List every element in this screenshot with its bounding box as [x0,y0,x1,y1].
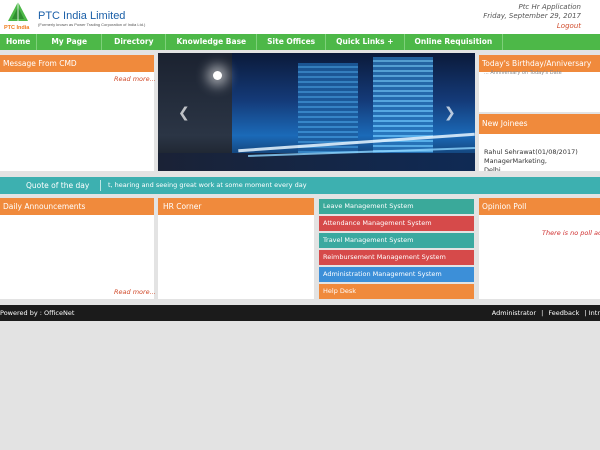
opinion-poll-header: Opinion Poll [479,198,600,215]
hr-corner-body [158,215,314,299]
nav-site-offices[interactable]: Site Offices [257,34,327,50]
nav-home[interactable]: Home [0,34,38,50]
nav-online-requisition[interactable]: Online Requisition [405,34,504,50]
footer-separator: | [584,309,587,317]
cmd-panel-header: Message From CMD [0,55,154,72]
header: PTC India PTC India Limited (Formerly kn… [0,0,600,34]
footer: Powered by : OfficeNet Administrator | F… [0,305,600,321]
joinee-designation: ManagerMarketing, [484,157,547,165]
footer-links: Administrator | Feedback | Intr [489,305,600,321]
nav-quick-links[interactable]: Quick Links + [326,34,405,50]
announcements-body [0,215,154,299]
logout-link[interactable]: Logout [557,22,581,30]
quote-separator [100,180,101,191]
ptc-logo-icon[interactable]: PTC India [2,1,34,31]
joinee-name: Rahul Sehrawat(01/08/2017) [484,148,578,156]
main-navbar: Home My Page Directory Knowledge Base Si… [0,34,600,50]
quote-title: Quote of the day [26,181,90,190]
joinee-location: Delhi [484,166,501,171]
cmd-panel-body [0,72,154,171]
nav-directory[interactable]: Directory [102,34,167,50]
cmd-read-more-link[interactable]: Read more... [114,75,156,83]
travel-management-button[interactable]: Travel Management System [319,233,474,248]
footer-feedback-link[interactable]: Feedback [548,309,579,317]
banner-carousel: ❮ ❯ [158,53,475,171]
birthday-text: ... Anniversary on Today's Date [484,70,562,76]
announcements-header: Daily Announcements [0,198,154,215]
new-joinees-header: New Joinees [479,114,600,134]
footer-intranet-link[interactable]: Intr [589,309,600,317]
attendance-management-button[interactable]: Attendance Management System [319,216,474,231]
footer-administrator-link[interactable]: Administrator [492,309,536,317]
brand-name: PTC India Limited [38,10,126,22]
reimbursement-management-button[interactable]: Reimbursement Management System [319,250,474,265]
opinion-poll-body [479,215,600,299]
banner-street-lamp [213,71,222,80]
quote-bar: Quote of the day t, hearing and seeing g… [0,177,600,194]
brand-subtitle: (Formerly known as Power Trading Corpora… [38,22,146,27]
carousel-next-arrow-icon[interactable]: ❯ [444,105,456,121]
nav-my-page[interactable]: My Page [37,34,103,50]
logo-text: PTC India [4,25,30,31]
administration-management-button[interactable]: Administration Management System [319,267,474,282]
quote-text: t, hearing and seeing great work at some… [108,181,307,189]
birthday-panel-body [479,72,600,112]
carousel-prev-arrow-icon[interactable]: ❮ [178,105,190,121]
hr-corner-header: HR Corner [158,198,314,215]
footer-separator: | [541,309,544,317]
help-desk-button[interactable]: Help Desk [319,284,474,299]
announcements-read-more-link[interactable]: Read more... [114,288,156,296]
leave-management-button[interactable]: Leave Management System [319,199,474,214]
powered-by-text: Powered by : OfficeNet [0,309,75,317]
current-date: Friday, September 29, 2017 [483,12,581,20]
banner-road [158,153,475,171]
app-name: Ptc Hr Application [518,3,581,11]
nav-knowledge-base[interactable]: Knowledge Base [166,34,258,50]
no-poll-message: There is no poll acti [542,229,600,237]
